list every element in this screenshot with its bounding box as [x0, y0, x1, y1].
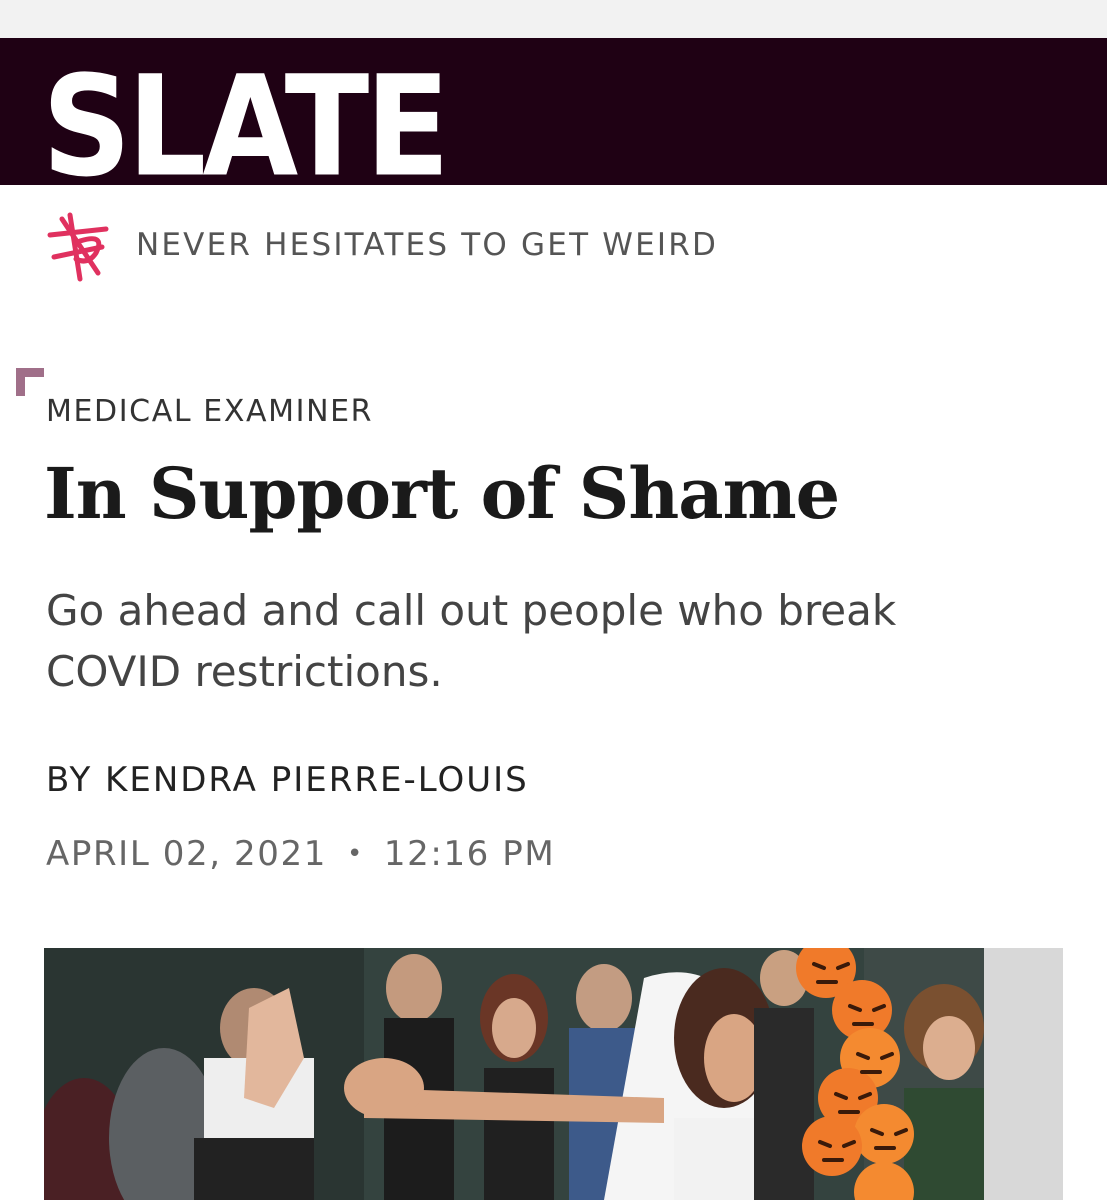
- hero-image-scene: [44, 948, 1063, 1200]
- article-headline: In Support of Shame: [44, 452, 840, 535]
- section-corner-mark: [16, 368, 44, 396]
- site-masthead: SLATE: [0, 38, 1107, 185]
- article-date: APRIL 02, 2021: [46, 834, 327, 874]
- article-time: 12:16 PM: [383, 834, 556, 874]
- article-dek: Go ahead and call out people who break C…: [46, 586, 897, 696]
- article-dateline: APRIL 02, 2021 • 12:16 PM: [46, 834, 555, 874]
- article-byline[interactable]: BY KENDRA PIERRE-LOUIS: [46, 760, 529, 800]
- slate-logo[interactable]: SLATE: [42, 46, 450, 185]
- date-separator: •: [346, 839, 364, 869]
- slate-logo-text: SLATE: [42, 46, 450, 185]
- browser-top-strip: [0, 0, 1107, 38]
- tagline-text: NEVER HESITATES TO GET WEIRD: [136, 227, 719, 263]
- section-kicker[interactable]: MEDICAL EXAMINER: [46, 394, 373, 429]
- article-hero-image: [44, 948, 1063, 1200]
- slate-star-burst-icon: [47, 212, 109, 282]
- tagline-row: NEVER HESITATES TO GET WEIRD: [40, 205, 718, 285]
